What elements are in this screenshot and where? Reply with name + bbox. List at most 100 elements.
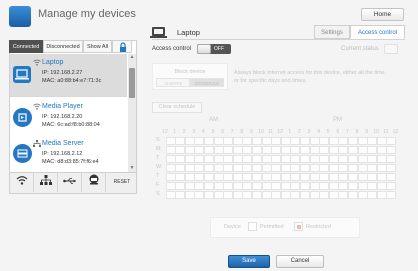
schedule-cell[interactable] bbox=[242, 146, 253, 154]
schedule-cell[interactable] bbox=[232, 191, 243, 199]
schedule-cell[interactable] bbox=[376, 173, 387, 181]
schedule-cell[interactable] bbox=[223, 146, 234, 154]
schedule-cell[interactable] bbox=[232, 137, 243, 145]
schedule-cell[interactable] bbox=[251, 173, 262, 181]
schedule-cell[interactable] bbox=[184, 173, 195, 181]
schedule-cell[interactable] bbox=[347, 173, 358, 181]
schedule-cell[interactable] bbox=[261, 146, 272, 154]
schedule-cell[interactable] bbox=[386, 191, 397, 199]
schedule-cell[interactable] bbox=[203, 182, 214, 190]
schedule-cell[interactable] bbox=[319, 173, 330, 181]
schedule-cell[interactable] bbox=[194, 164, 205, 172]
scroll-down-icon[interactable]: ▼ bbox=[128, 165, 136, 172]
schedule-cell[interactable] bbox=[175, 191, 186, 199]
schedule-cell[interactable] bbox=[280, 146, 291, 154]
schedule-cell[interactable] bbox=[280, 182, 291, 190]
schedule-cell[interactable] bbox=[328, 182, 339, 190]
schedule-cell[interactable] bbox=[357, 164, 368, 172]
schedule-cell[interactable] bbox=[184, 182, 195, 190]
schedule-cell[interactable] bbox=[251, 137, 262, 145]
schedule-cell[interactable] bbox=[338, 164, 349, 172]
filter-tab-show-all[interactable]: Show All bbox=[83, 40, 112, 53]
schedule-cell[interactable] bbox=[328, 155, 339, 163]
schedule-cell[interactable] bbox=[251, 155, 262, 163]
schedule-cell[interactable] bbox=[338, 182, 349, 190]
schedule-cell[interactable] bbox=[367, 155, 378, 163]
schedule-cell[interactable] bbox=[290, 137, 301, 145]
schedule-cell[interactable] bbox=[213, 146, 224, 154]
schedule-cell[interactable] bbox=[242, 155, 253, 163]
schedule-cell[interactable] bbox=[223, 182, 234, 190]
schedule-cell[interactable] bbox=[386, 173, 397, 181]
schedule-cell[interactable] bbox=[194, 191, 205, 199]
schedule-cell[interactable] bbox=[242, 182, 253, 190]
schedule-cell[interactable] bbox=[367, 146, 378, 154]
schedule-cell[interactable] bbox=[376, 155, 387, 163]
device-list-item-laptop[interactable]: Laptop IP: 192.168.2.27 MAC: a0:88:b4:e7… bbox=[10, 54, 127, 97]
tab-settings[interactable]: Settings bbox=[314, 25, 350, 39]
schedule-cell[interactable] bbox=[261, 173, 272, 181]
schedule-cell[interactable] bbox=[367, 173, 378, 181]
schedule-cell[interactable] bbox=[223, 155, 234, 163]
schedule-cell[interactable] bbox=[165, 182, 176, 190]
schedule-cell[interactable] bbox=[165, 155, 176, 163]
schedule-cell[interactable] bbox=[309, 191, 320, 199]
toggle-knob[interactable] bbox=[197, 44, 211, 54]
schedule-cell[interactable] bbox=[213, 137, 224, 145]
schedule-cell[interactable] bbox=[213, 155, 224, 163]
schedule-cell[interactable] bbox=[194, 182, 205, 190]
filter-tab-connected[interactable]: Connected bbox=[9, 40, 43, 53]
block-mode-always[interactable]: ALWAYS bbox=[156, 78, 190, 87]
schedule-cell[interactable] bbox=[203, 191, 214, 199]
schedule-cell[interactable] bbox=[328, 164, 339, 172]
schedule-cell[interactable] bbox=[223, 191, 234, 199]
schedule-cell[interactable] bbox=[299, 155, 310, 163]
schedule-cell[interactable] bbox=[357, 182, 368, 190]
schedule-cell[interactable] bbox=[242, 164, 253, 172]
schedule-cell[interactable] bbox=[347, 146, 358, 154]
schedule-cell[interactable] bbox=[309, 155, 320, 163]
schedule-cell[interactable] bbox=[242, 173, 253, 181]
block-mode-schedule[interactable]: SCHEDULE bbox=[190, 78, 224, 87]
schedule-cell[interactable] bbox=[184, 155, 195, 163]
schedule-cell[interactable] bbox=[357, 191, 368, 199]
schedule-cell[interactable] bbox=[386, 146, 397, 154]
schedule-cell[interactable] bbox=[165, 137, 176, 145]
schedule-cell[interactable] bbox=[338, 137, 349, 145]
schedule-cell[interactable] bbox=[347, 164, 358, 172]
schedule-cell[interactable] bbox=[242, 191, 253, 199]
schedule-cell[interactable] bbox=[290, 155, 301, 163]
tab-access-control[interactable]: Access control bbox=[350, 25, 405, 39]
schedule-cell[interactable] bbox=[338, 191, 349, 199]
schedule-cell[interactable] bbox=[376, 164, 387, 172]
schedule-cell[interactable] bbox=[357, 146, 368, 154]
schedule-cell[interactable] bbox=[271, 137, 282, 145]
schedule-cell[interactable] bbox=[280, 137, 291, 145]
schedule-cell[interactable] bbox=[271, 173, 282, 181]
scroll-up-icon[interactable]: ▲ bbox=[128, 54, 136, 61]
schedule-cell[interactable] bbox=[184, 146, 195, 154]
schedule-cell[interactable] bbox=[309, 146, 320, 154]
schedule-cell[interactable] bbox=[175, 155, 186, 163]
schedule-cell[interactable] bbox=[184, 164, 195, 172]
wifi-filter-button[interactable] bbox=[10, 173, 34, 192]
schedule-cell[interactable] bbox=[175, 146, 186, 154]
schedule-cell[interactable] bbox=[376, 191, 387, 199]
schedule-cell[interactable] bbox=[367, 137, 378, 145]
schedule-cell[interactable] bbox=[319, 137, 330, 145]
schedule-cell[interactable] bbox=[194, 173, 205, 181]
schedule-cell[interactable] bbox=[203, 137, 214, 145]
schedule-cell[interactable] bbox=[319, 146, 330, 154]
schedule-cell[interactable] bbox=[328, 173, 339, 181]
schedule-cell[interactable] bbox=[290, 164, 301, 172]
schedule-cell[interactable] bbox=[309, 182, 320, 190]
schedule-cell[interactable] bbox=[251, 191, 262, 199]
schedule-cell[interactable] bbox=[347, 182, 358, 190]
schedule-cell[interactable] bbox=[194, 155, 205, 163]
schedule-cell[interactable] bbox=[299, 137, 310, 145]
schedule-cell[interactable] bbox=[213, 191, 224, 199]
schedule-cell[interactable] bbox=[175, 137, 186, 145]
schedule-cell[interactable] bbox=[251, 164, 262, 172]
schedule-cell[interactable] bbox=[357, 173, 368, 181]
schedule-cell[interactable] bbox=[376, 137, 387, 145]
